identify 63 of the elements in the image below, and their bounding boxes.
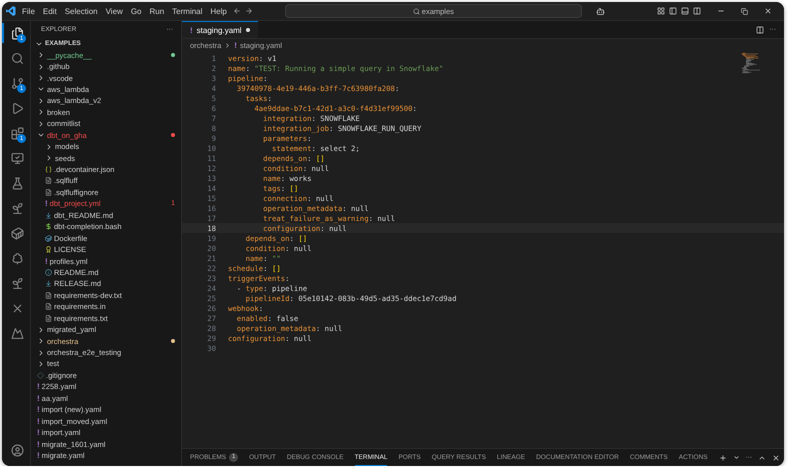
download-icon (45, 212, 52, 219)
plus-icon[interactable] (718, 454, 727, 462)
menu-item[interactable]: File (20, 6, 37, 16)
diamond-icon (37, 372, 44, 379)
close-icon[interactable] (772, 454, 780, 462)
branch-icon (10, 76, 24, 90)
exclamation-icon: ! (37, 450, 40, 460)
exclamation-icon: ! (37, 394, 40, 403)
restore-icon[interactable] (741, 8, 748, 14)
menu-item[interactable]: Go (128, 6, 144, 16)
menu-item[interactable]: View (104, 6, 125, 16)
file-icon (45, 188, 52, 196)
sprout-icon (10, 202, 24, 214)
tree-icon (10, 252, 24, 264)
exclamation-icon: ! (37, 440, 40, 449)
ribbon-icon (45, 246, 52, 254)
search-icon (10, 52, 24, 64)
close-icon[interactable] (764, 7, 772, 15)
exclamation-icon: ! (37, 428, 40, 438)
exclamation-icon: ! (37, 416, 40, 426)
mountain-icon (10, 326, 24, 340)
files-icon (10, 26, 24, 40)
exclamation-icon: ! (45, 199, 48, 208)
dollar-icon (45, 223, 52, 230)
braces-icon (45, 166, 52, 174)
account-icon[interactable] (10, 444, 24, 456)
file-icon (45, 314, 52, 322)
container-icon (45, 234, 52, 242)
sprout-icon (10, 276, 24, 290)
blocks-icon (10, 126, 24, 140)
back-arrow-icon[interactable] (232, 7, 241, 15)
chevron-right-icon (224, 42, 232, 48)
forward-arrow-icon[interactable] (244, 7, 253, 15)
file-icon (45, 177, 52, 184)
search-icon (412, 8, 420, 14)
x-icon (10, 302, 24, 314)
minimap-drawing (742, 53, 762, 75)
exclamation-icon: ! (37, 382, 40, 392)
split-icon[interactable] (693, 7, 701, 15)
container-icon (10, 226, 24, 240)
file-icon (45, 303, 52, 310)
menu-item[interactable]: Help (208, 6, 229, 16)
menu-item[interactable]: Selection (62, 6, 100, 16)
monitor-icon (10, 152, 24, 164)
panel-toggle-icon[interactable] (681, 7, 689, 15)
robot-icon[interactable] (596, 6, 605, 16)
exclamation-icon: ! (45, 256, 48, 266)
layout-icon[interactable] (657, 7, 665, 15)
chevron-down-icon[interactable] (732, 454, 740, 461)
editor-tab[interactable]: ! staging.yaml (182, 21, 258, 38)
file-icon (45, 292, 52, 299)
menu-item[interactable]: Edit (40, 6, 59, 16)
flask-icon (10, 176, 24, 190)
download-icon (45, 280, 52, 288)
split-editor-icon[interactable] (756, 26, 764, 34)
info-icon (45, 268, 52, 276)
play-icon (10, 102, 24, 114)
exclamation-icon: ! (37, 405, 40, 414)
menu-item[interactable]: Terminal (170, 6, 204, 16)
sidebar-toggle-icon[interactable] (669, 7, 677, 15)
exclamation-icon: ! (234, 40, 237, 50)
app-logo-icon (6, 6, 16, 16)
menu-item[interactable]: Run (147, 6, 166, 16)
